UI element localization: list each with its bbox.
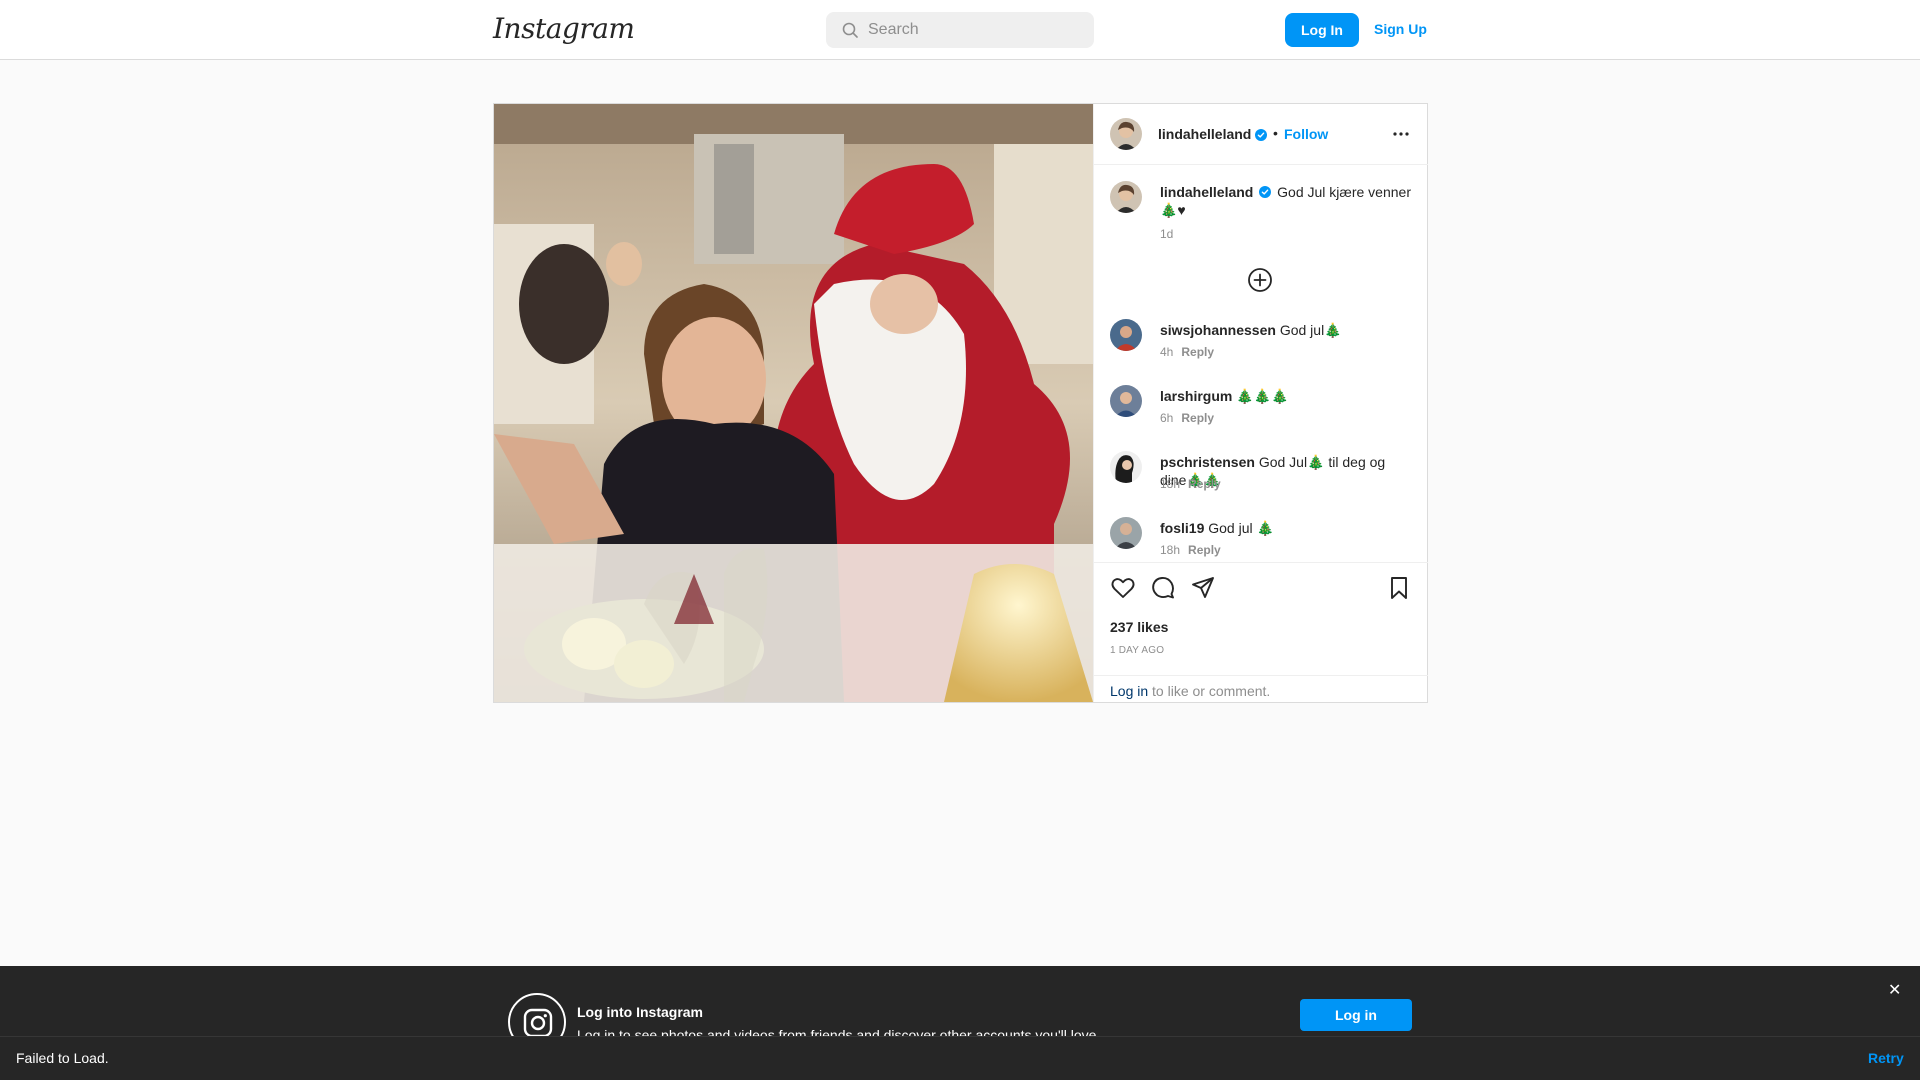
reply-button[interactable]: Reply [1188,543,1221,557]
search-icon [842,22,858,38]
more-icon[interactable] [1389,122,1413,146]
comment-icon[interactable] [1150,575,1176,601]
post-sidebar: lindahelleland • Follow lindahelleland G… [1093,104,1428,702]
comment-time: 18h [1160,477,1181,491]
comment-time: 6h [1160,411,1174,425]
reply-button[interactable]: Reply [1181,345,1214,359]
comment-meta: 18h Reply [1160,543,1221,557]
comment-meta: 4h Reply [1160,345,1214,359]
login-to-comment: Log in to like or comment. [1094,675,1428,703]
close-icon[interactable]: ✕ [1888,980,1901,1000]
post-actions: 237 likes 1 DAY AGO Log in to like or co… [1094,562,1428,702]
comment-time: 18h [1160,543,1181,557]
bookmark-icon[interactable] [1386,575,1412,601]
verified-icon [1259,186,1272,198]
comment-item: siwsjohannessen God jul🎄 4h Reply [1094,319,1428,373]
toast-message: Failed to Load. [16,1050,109,1066]
author-avatar[interactable] [1110,118,1142,150]
retry-button[interactable]: Retry [1868,1050,1904,1066]
post-header: lindahelleland • Follow [1094,104,1428,165]
comment-text: fosli19 God jul 🎄 [1160,519,1415,537]
comment-username[interactable]: siwsjohannessen [1160,322,1276,338]
like-count[interactable]: 237 likes [1110,619,1168,635]
login-link[interactable]: Log in [1110,683,1148,699]
add-circle-icon[interactable] [1247,267,1273,293]
comment-body: God jul🎄 [1279,322,1342,338]
comment-username[interactable]: pschristensen [1160,454,1255,470]
comment-item: pschristensen God Jul🎄 til deg og dine🎄🎄… [1094,451,1428,505]
search-box[interactable] [826,12,1094,48]
reply-button[interactable]: Reply [1181,411,1214,425]
reply-button[interactable]: Reply [1188,477,1221,491]
post-timestamp: 1 DAY AGO [1110,645,1165,656]
comment-username[interactable]: fosli19 [1160,520,1204,536]
share-icon[interactable] [1190,575,1216,601]
comment-time: 4h [1160,345,1174,359]
heart-icon[interactable] [1110,575,1136,601]
comment-item: fosli19 God jul 🎄 18h Reply [1094,517,1428,562]
caption-row: lindahelleland God Jul kjære venner 🎄♥ 1… [1094,181,1428,261]
signup-link[interactable]: Sign Up [1374,21,1427,37]
comments-list[interactable]: lindahelleland God Jul kjære venner 🎄♥ 1… [1094,165,1428,562]
post-card: lindahelleland • Follow lindahelleland G… [493,103,1428,703]
comment-body: God jul 🎄 [1208,520,1274,536]
caption-time: 1d [1160,227,1174,241]
comment-meta: 6h Reply [1160,411,1214,425]
caption-username[interactable]: lindahelleland [1160,184,1253,200]
instagram-logo[interactable]: Instagram [493,12,635,45]
commenter-avatar[interactable] [1110,517,1142,549]
search-input[interactable] [868,12,1088,48]
top-navigation-bar: Instagram Log In Sign Up [0,0,1920,60]
caption-avatar[interactable] [1110,181,1142,213]
commenter-avatar[interactable] [1110,385,1142,417]
login-suffix: to like or comment. [1148,683,1271,699]
follow-button[interactable]: Follow [1284,126,1328,142]
author-username[interactable]: lindahelleland [1158,126,1251,142]
login-banner: Log into Instagram Log in to see photos … [0,966,1920,1051]
error-toast: Failed to Load. Retry [0,1036,1920,1080]
banner-login-button[interactable]: Log in [1300,999,1412,1031]
comment-text: siwsjohannessen God jul🎄 [1160,321,1415,339]
comment-item: larshirgum 🎄🎄🎄 6h Reply [1094,385,1428,439]
login-button[interactable]: Log In [1285,13,1359,47]
banner-title: Log into Instagram [577,1004,703,1020]
comment-meta: 18h Reply [1160,477,1221,491]
verified-icon [1255,127,1267,145]
comment-username[interactable]: larshirgum [1160,388,1232,404]
commenter-avatar[interactable] [1110,451,1142,483]
comment-body: 🎄🎄🎄 [1236,388,1289,404]
caption-text: lindahelleland God Jul kjære venner 🎄♥ [1160,183,1415,219]
commenter-avatar[interactable] [1110,319,1142,351]
separator-dot: • [1273,125,1278,141]
post-image[interactable] [494,104,1093,702]
post-photo [494,104,1093,702]
comment-text: larshirgum 🎄🎄🎄 [1160,387,1415,405]
